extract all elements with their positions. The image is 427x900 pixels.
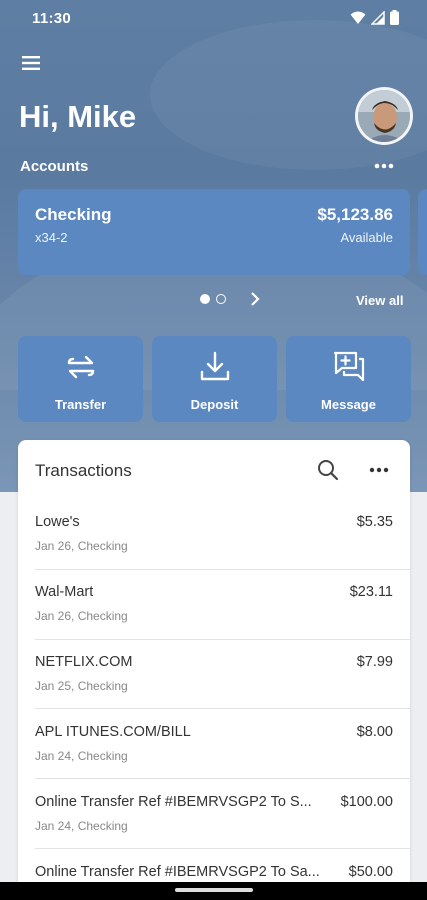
- transaction-amount: $8.00: [356, 724, 393, 740]
- transaction-amount: $100.00: [340, 794, 393, 810]
- account-balance: $5,123.86: [317, 205, 393, 224]
- transaction-meta: Jan 26, Checking: [35, 539, 128, 553]
- account-number: x34-2: [35, 230, 68, 245]
- transaction-merchant: Online Transfer Ref #IBEMRVSGP2 To S...: [35, 794, 312, 810]
- transaction-meta: Jan 24, Checking: [35, 819, 128, 833]
- transaction-amount: $50.00: [348, 864, 393, 880]
- transaction-meta: Jan 24, Checking: [35, 749, 128, 763]
- transaction-merchant: Lowe's: [35, 514, 80, 530]
- deposit-label: Deposit: [190, 397, 239, 412]
- status-bar: 11:30: [0, 0, 427, 36]
- pager-dot-inactive[interactable]: [216, 294, 226, 304]
- transaction-row[interactable]: Wal-Mart Jan 26, Checking $23.11: [18, 570, 410, 640]
- next-account-card-peek[interactable]: [418, 189, 427, 275]
- transactions-card: Transactions Lowe's Jan 26, Checking $5.…: [18, 440, 410, 900]
- transfer-arrows-icon: [67, 355, 95, 379]
- transaction-meta: Jan 25, Checking: [35, 679, 128, 693]
- message-button[interactable]: Message: [286, 336, 411, 422]
- transaction-amount: $7.99: [356, 654, 393, 670]
- transfer-button[interactable]: Transfer: [18, 336, 143, 422]
- hamburger-menu-icon[interactable]: [18, 50, 44, 76]
- signal-icon: [371, 10, 385, 25]
- transfer-label: Transfer: [54, 397, 107, 412]
- account-pager: [200, 294, 226, 304]
- account-balance-label: Available: [340, 230, 393, 245]
- more-horizontal-icon[interactable]: [366, 458, 392, 482]
- row-divider: [35, 708, 410, 709]
- transaction-amount: $23.11: [349, 584, 393, 600]
- home-gesture-handle[interactable]: [175, 888, 253, 892]
- search-icon[interactable]: [316, 458, 340, 482]
- deposit-button[interactable]: Deposit: [152, 336, 277, 422]
- battery-icon: [390, 10, 399, 25]
- account-name: Checking: [35, 205, 112, 224]
- chevron-right-icon[interactable]: [247, 291, 263, 307]
- row-divider: [35, 848, 410, 849]
- row-divider: [35, 778, 410, 779]
- transaction-merchant: Wal-Mart: [35, 584, 94, 600]
- more-horizontal-icon[interactable]: [370, 156, 398, 176]
- accounts-section-label: Accounts: [20, 158, 89, 175]
- transactions-title: Transactions: [35, 461, 132, 480]
- account-card-checking[interactable]: Checking x34-2 $5,123.86 Available: [18, 189, 410, 275]
- greeting-title: Hi, Mike: [19, 99, 137, 134]
- transaction-row[interactable]: Online Transfer Ref #IBEMRVSGP2 To S... …: [18, 780, 410, 850]
- transaction-merchant: APL ITUNES.COM/BILL: [35, 724, 191, 740]
- transaction-meta: Jan 26, Checking: [35, 609, 128, 623]
- transaction-row[interactable]: Lowe's Jan 26, Checking $5.35: [18, 500, 410, 570]
- pager-dot-active[interactable]: [200, 294, 210, 304]
- transaction-row[interactable]: NETFLIX.COM Jan 25, Checking $7.99: [18, 640, 410, 710]
- status-time: 11:30: [32, 10, 72, 27]
- transaction-amount: $5.35: [356, 514, 393, 530]
- transaction-merchant: Online Transfer Ref #IBEMRVSGP2 To Sa...: [35, 864, 320, 880]
- transaction-row[interactable]: APL ITUNES.COM/BILL Jan 24, Checking $8.…: [18, 710, 410, 780]
- status-icons: [350, 10, 399, 25]
- message-add-icon: [333, 351, 365, 382]
- user-avatar[interactable]: [355, 87, 413, 145]
- transaction-merchant: NETFLIX.COM: [35, 654, 133, 670]
- deposit-download-icon: [200, 351, 230, 381]
- view-all-link[interactable]: View all: [356, 293, 403, 308]
- wifi-icon: [350, 11, 366, 24]
- message-label: Message: [321, 397, 376, 412]
